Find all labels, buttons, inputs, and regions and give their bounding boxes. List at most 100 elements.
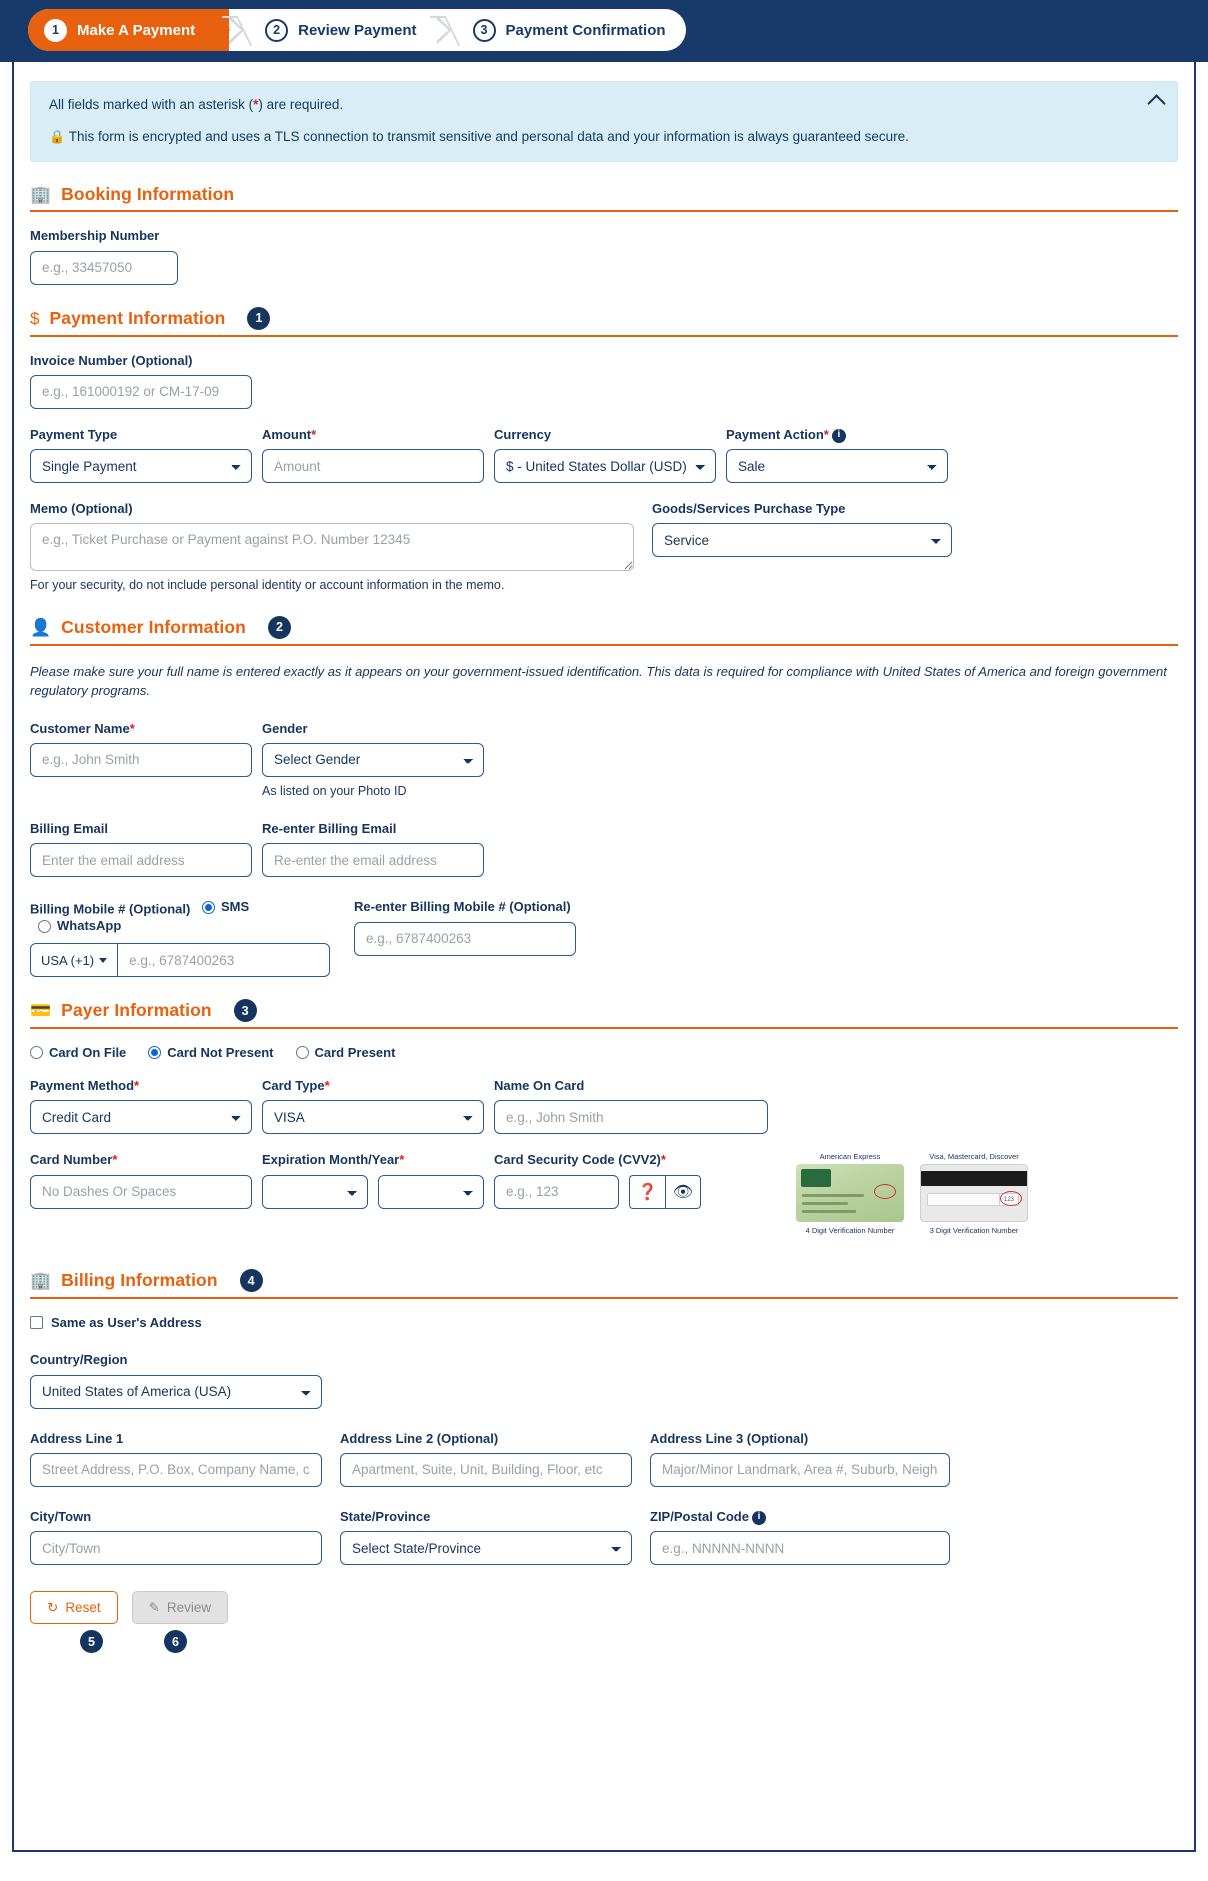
billing-mobile-confirm-input[interactable] [354,921,576,956]
amex-logo-icon [801,1169,831,1188]
gender-select[interactable]: Select Gender [262,742,484,777]
zip-label: ZIP/Postal Code i [650,1509,950,1525]
membership-number-label: Membership Number [30,228,160,244]
cvv-input[interactable] [494,1174,619,1209]
card-presence-radio-group: Card On File Card Not Present Card Prese… [30,1045,1178,1060]
step-separator-2 [436,9,459,51]
country-code-select[interactable]: USA (+1) [30,943,119,978]
person-icon: 👤 [30,617,52,637]
expiration-required-asterisk: * [399,1152,405,1168]
footer-badges: 5 6 [30,1630,1178,1664]
notice-line1-pre: All fields marked with an asterisk ( [49,97,254,112]
section-badge-2: 2 [267,615,291,639]
wizard-stepper: 1 Make A Payment 2 Review Payment 3 Paym… [28,9,686,51]
same-address-label: Same as User's Address [51,1315,202,1331]
city-input[interactable] [30,1531,322,1566]
goods-services-select[interactable]: Service [652,523,952,558]
cvv-label-text: Card Security Code (CVV2) [494,1152,661,1168]
amount-label: Amount* [262,427,484,443]
invoice-field-group: Invoice Number (Optional) [30,353,252,409]
card-on-file-label: Card On File [49,1045,127,1061]
billing-email-confirm-label: Re-enter Billing Email [262,821,397,837]
billing-email-input[interactable] [30,843,252,878]
country-select[interactable]: United States of America (USA) [30,1374,322,1409]
same-address-checkbox[interactable] [30,1316,43,1330]
same-as-user-address-row[interactable]: Same as User's Address [30,1315,1178,1330]
name-on-card-input[interactable] [494,1100,768,1135]
required-fields-text: All fields marked with an asterisk (*) a… [49,96,1159,114]
section-badge-4: 4 [239,1269,263,1293]
info-icon[interactable]: i [831,428,846,443]
card-present-option[interactable]: Card Present [295,1045,395,1060]
section-title-billing: Billing Information [61,1270,218,1291]
membership-number-input[interactable] [30,250,178,285]
state-select[interactable]: Select State/Province [340,1531,632,1566]
review-button-label: Review [166,1600,212,1616]
name-on-card-label: Name On Card [494,1078,585,1094]
question-icon[interactable]: ❓ [629,1174,665,1209]
amount-input[interactable] [262,449,484,484]
wizard-bar: 1 Make A Payment 2 Review Payment 3 Paym… [0,0,1208,62]
whatsapp-radio-option[interactable]: WhatsApp [38,918,121,934]
currency-select[interactable]: $ - United States Dollar (USD) [494,449,716,484]
chevron-up-icon[interactable] [1149,92,1165,108]
card-number-required-asterisk: * [112,1152,118,1168]
expiration-month-select[interactable] [262,1174,368,1209]
building-icon: 🏢 [30,1271,52,1291]
billing-mobile-input[interactable] [118,943,330,978]
address-line-2-input[interactable] [340,1452,632,1487]
section-billing-information: 🏢 Billing Information 4 [30,1269,1178,1300]
review-button[interactable]: ✎ Review [131,1591,229,1625]
payment-page: 1 Make A Payment 2 Review Payment 3 Paym… [0,0,1208,1852]
card-not-present-option[interactable]: Card Not Present [148,1045,274,1060]
payment-action-select[interactable]: Sale [726,449,948,484]
cvv-required-asterisk: * [660,1152,666,1168]
card-number-input[interactable] [30,1174,252,1209]
invoice-number-input[interactable] [30,374,252,409]
notice-line1-post: ) are required. [258,97,344,112]
amex-caption: American Express [819,1152,881,1162]
billing-email-confirm-input[interactable] [262,843,484,878]
wizard-step-payment-confirmation[interactable]: 3 Payment Confirmation [459,9,686,51]
section-payment-information: $ Payment Information 1 [30,306,1178,337]
dollar-icon: $ [30,308,40,328]
security-notice: All fields marked with an asterisk (*) a… [30,81,1178,163]
expiration-year-select[interactable] [378,1174,484,1209]
sms-radio[interactable] [201,901,215,915]
card-type-group: Card Type* VISA [262,1078,484,1135]
card-on-file-radio[interactable] [30,1046,43,1060]
whatsapp-radio[interactable] [38,919,51,933]
memo-textarea[interactable] [30,523,634,572]
visa-caption-bottom: 3 Digit Verification Number [929,1226,1019,1236]
address-line-1-label: Address Line 1 [30,1430,124,1446]
payment-method-select[interactable]: Credit Card [30,1100,252,1135]
address-line-3-input[interactable] [650,1452,950,1487]
info-icon[interactable]: i [751,1510,766,1525]
cvv-helper-buttons: ❓ 👁 [629,1174,701,1209]
payment-method-label-text: Payment Method [30,1078,135,1094]
payment-type-select[interactable]: Single Payment [30,449,252,484]
billing-mobile-row: Billing Mobile # (Optional) SMS WhatsApp… [30,899,1178,978]
sms-radio-option[interactable]: SMS [201,899,249,915]
card-on-file-option[interactable]: Card On File [30,1045,126,1060]
address-line-1-input[interactable] [30,1452,322,1487]
eye-icon[interactable]: 👁 [665,1174,701,1209]
payment-details-row: Payment Type Single Payment Amount* Curr… [30,427,1178,484]
address-row: Address Line 1 Address Line 2 (Optional)… [30,1431,1178,1487]
pencil-icon: ✎ [148,1599,160,1615]
customer-name-input[interactable] [30,742,252,777]
card-type-select[interactable]: VISA [262,1100,484,1135]
wizard-step-review-payment[interactable]: 2 Review Payment [251,9,436,51]
address-line-1-group: Address Line 1 [30,1431,322,1487]
payment-method-row: Payment Method* Credit Card Card Type* V… [30,1078,1178,1135]
city-state-zip-row: City/Town State/Province Select State/Pr… [30,1509,1178,1566]
card-present-radio[interactable] [295,1046,309,1060]
cvv-group: Card Security Code (CVV2)* ❓ 👁 [494,1152,768,1209]
wizard-step-make-a-payment[interactable]: 1 Make A Payment [28,9,231,51]
reset-button[interactable]: ↻ Reset [30,1591,118,1625]
gender-help-text: As listed on your Photo ID [262,783,407,798]
card-not-present-radio[interactable] [148,1046,162,1060]
billing-email-label: Billing Email [30,821,109,837]
zip-input[interactable] [650,1531,950,1566]
payment-type-group: Payment Type Single Payment [30,427,252,484]
